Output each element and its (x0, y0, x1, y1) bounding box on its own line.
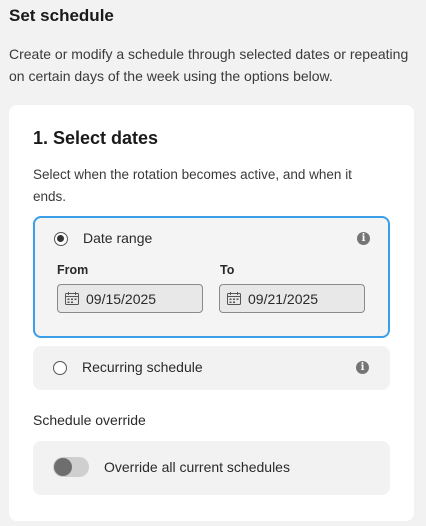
select-dates-card: 1. Select dates Select when the rotation… (9, 105, 414, 521)
section-description: Select when the rotation becomes active,… (33, 167, 352, 204)
recurring-schedule-label: Recurring schedule (82, 359, 203, 375)
from-label: From (57, 263, 89, 277)
recurring-schedule-option[interactable]: Recurring schedule i (33, 346, 390, 390)
override-toggle[interactable] (53, 457, 89, 477)
date-range-label: Date range (83, 230, 153, 246)
from-date-value: 09/15/2025 (86, 291, 157, 307)
override-option: Override all current schedules (33, 441, 390, 495)
section-title: 1. Select dates (33, 128, 159, 148)
schedule-override-label: Schedule override (33, 412, 146, 428)
page-title: Set schedule (9, 6, 114, 25)
calendar-icon (227, 292, 241, 305)
info-icon[interactable]: i (356, 361, 369, 374)
toggle-knob (54, 458, 72, 476)
to-label: To (220, 263, 235, 277)
date-range-option[interactable]: Date range i From To 09/15/2025 09/21/20… (33, 216, 390, 338)
to-date-value: 09/21/2025 (248, 291, 319, 307)
recurring-schedule-radio[interactable] (53, 361, 67, 375)
override-toggle-label: Override all current schedules (104, 459, 290, 475)
date-range-radio[interactable] (54, 232, 68, 246)
from-date-input[interactable]: 09/15/2025 (57, 284, 203, 313)
to-date-input[interactable]: 09/21/2025 (219, 284, 365, 313)
info-icon[interactable]: i (357, 232, 370, 245)
calendar-icon (65, 292, 79, 305)
page-description: Create or modify a schedule through sele… (9, 46, 409, 84)
